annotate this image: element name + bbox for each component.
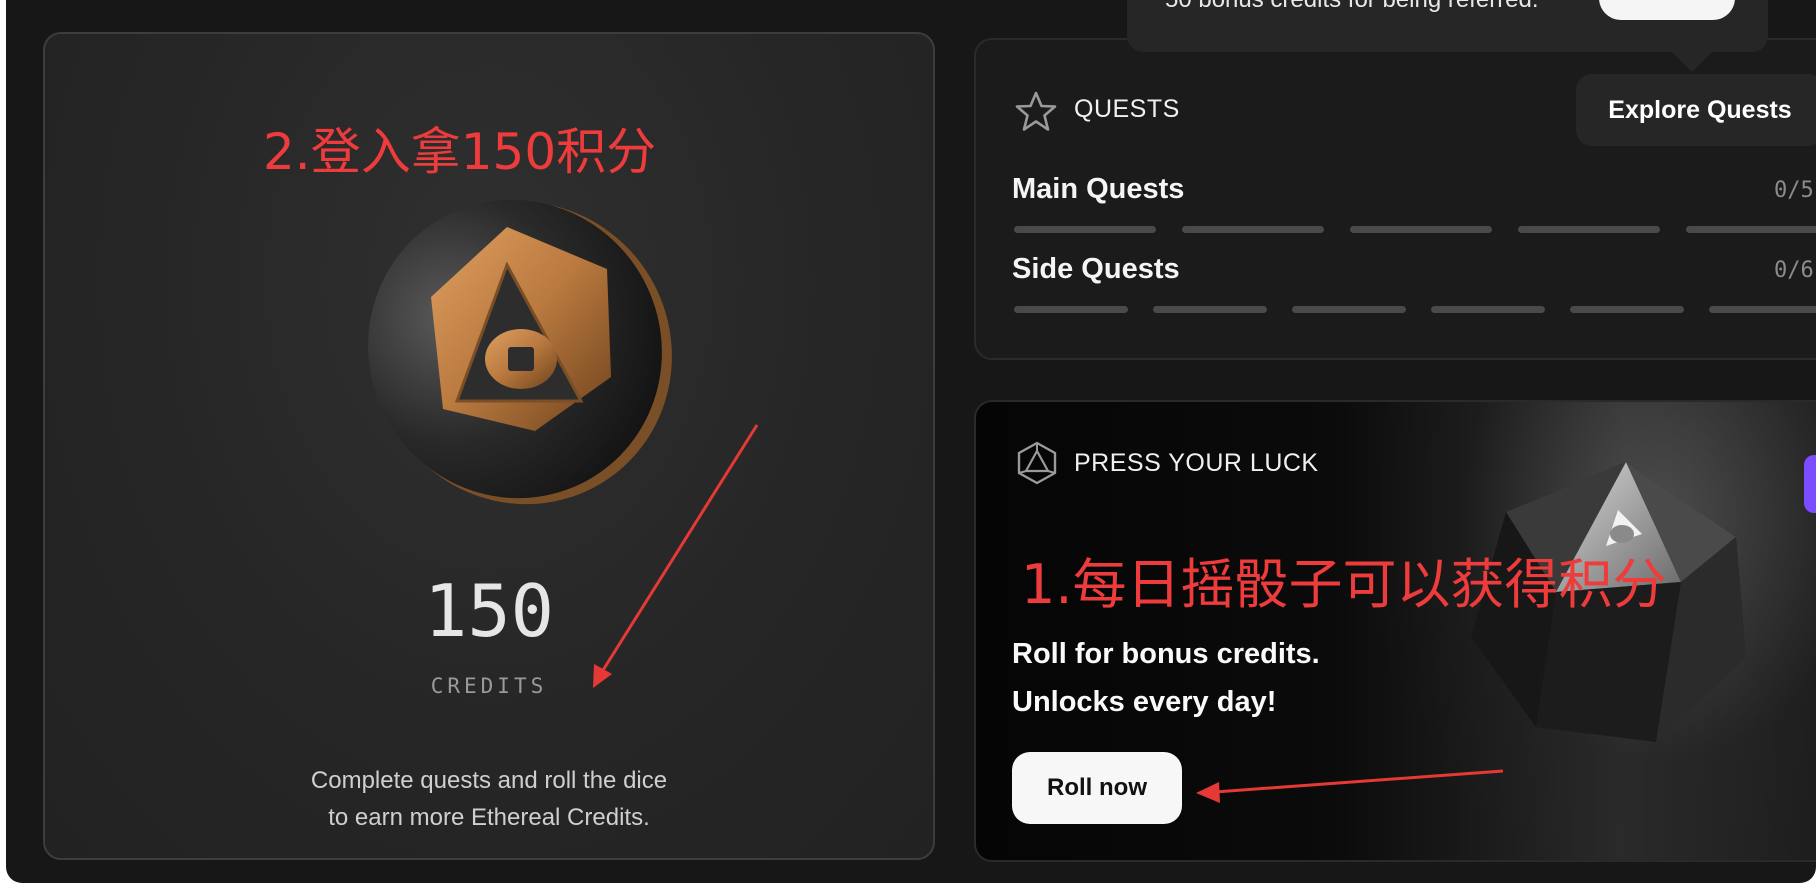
d20-icon	[1017, 441, 1057, 485]
side-quest-segment	[1014, 306, 1128, 313]
press-your-luck-card: PRESS YOUR LUCK 1.每日摇骰子可以获得积分 Roll for b…	[974, 400, 1816, 862]
side-quests-progress	[1014, 306, 1816, 313]
referral-tooltip: 50 bonus credits for being referred.	[1127, 0, 1768, 52]
main-quests-progress	[1014, 226, 1816, 233]
side-widget-tab[interactable]	[1804, 455, 1816, 513]
tooltip-pointer	[1670, 50, 1714, 72]
coin-logo-icon	[368, 199, 672, 505]
side-quest-segment	[1570, 306, 1684, 313]
main-quest-segment	[1350, 226, 1492, 233]
side-quest-segment	[1153, 306, 1267, 313]
star-icon	[1015, 91, 1057, 131]
main-quest-segment	[1686, 226, 1816, 233]
credits-card: 2.登入拿150积分 150 CREDITS Complete quests a…	[43, 32, 935, 860]
credits-desc-line-1: Complete quests and roll the dice	[310, 767, 668, 794]
main-quest-segment	[1014, 226, 1156, 233]
main-quests-label[interactable]: Main Quests	[1012, 173, 1184, 206]
quests-title: QUESTS	[1074, 95, 1180, 123]
annotation-daily-dice: 1.每日摇骰子可以获得积分	[1021, 553, 1667, 616]
credits-value: 150	[423, 569, 555, 653]
tooltip-action-button[interactable]	[1599, 0, 1735, 20]
app-window: 2.登入拿150积分 150 CREDITS Complete quests a…	[6, 0, 1816, 883]
luck-desc-line-1: Roll for bonus credits.	[1012, 638, 1320, 670]
credits-desc-line-2: to earn more Ethereal Credits.	[328, 804, 650, 831]
main-quest-segment	[1182, 226, 1324, 233]
main-quests-count: 0/5	[1774, 178, 1814, 203]
side-quests-label[interactable]: Side Quests	[1012, 253, 1180, 286]
luck-desc-line-2: Unlocks every day!	[1012, 686, 1277, 718]
roll-now-button[interactable]: Roll now	[1012, 752, 1182, 824]
main-quest-segment	[1518, 226, 1660, 233]
explore-quests-button[interactable]: Explore Quests	[1576, 74, 1816, 146]
side-quest-segment	[1709, 306, 1816, 313]
tooltip-text: 50 bonus credits for being referred.	[1165, 0, 1539, 14]
side-quests-count: 0/6	[1774, 258, 1814, 283]
luck-description: Roll for bonus credits. Unlocks every da…	[1012, 630, 1320, 726]
side-quest-segment	[1431, 306, 1545, 313]
press-your-luck-title: PRESS YOUR LUCK	[1074, 449, 1319, 477]
credits-unit-label: CREDITS	[430, 674, 548, 698]
side-quest-segment	[1292, 306, 1406, 313]
credits-description: Complete quests and roll the dice to ear…	[45, 762, 933, 836]
